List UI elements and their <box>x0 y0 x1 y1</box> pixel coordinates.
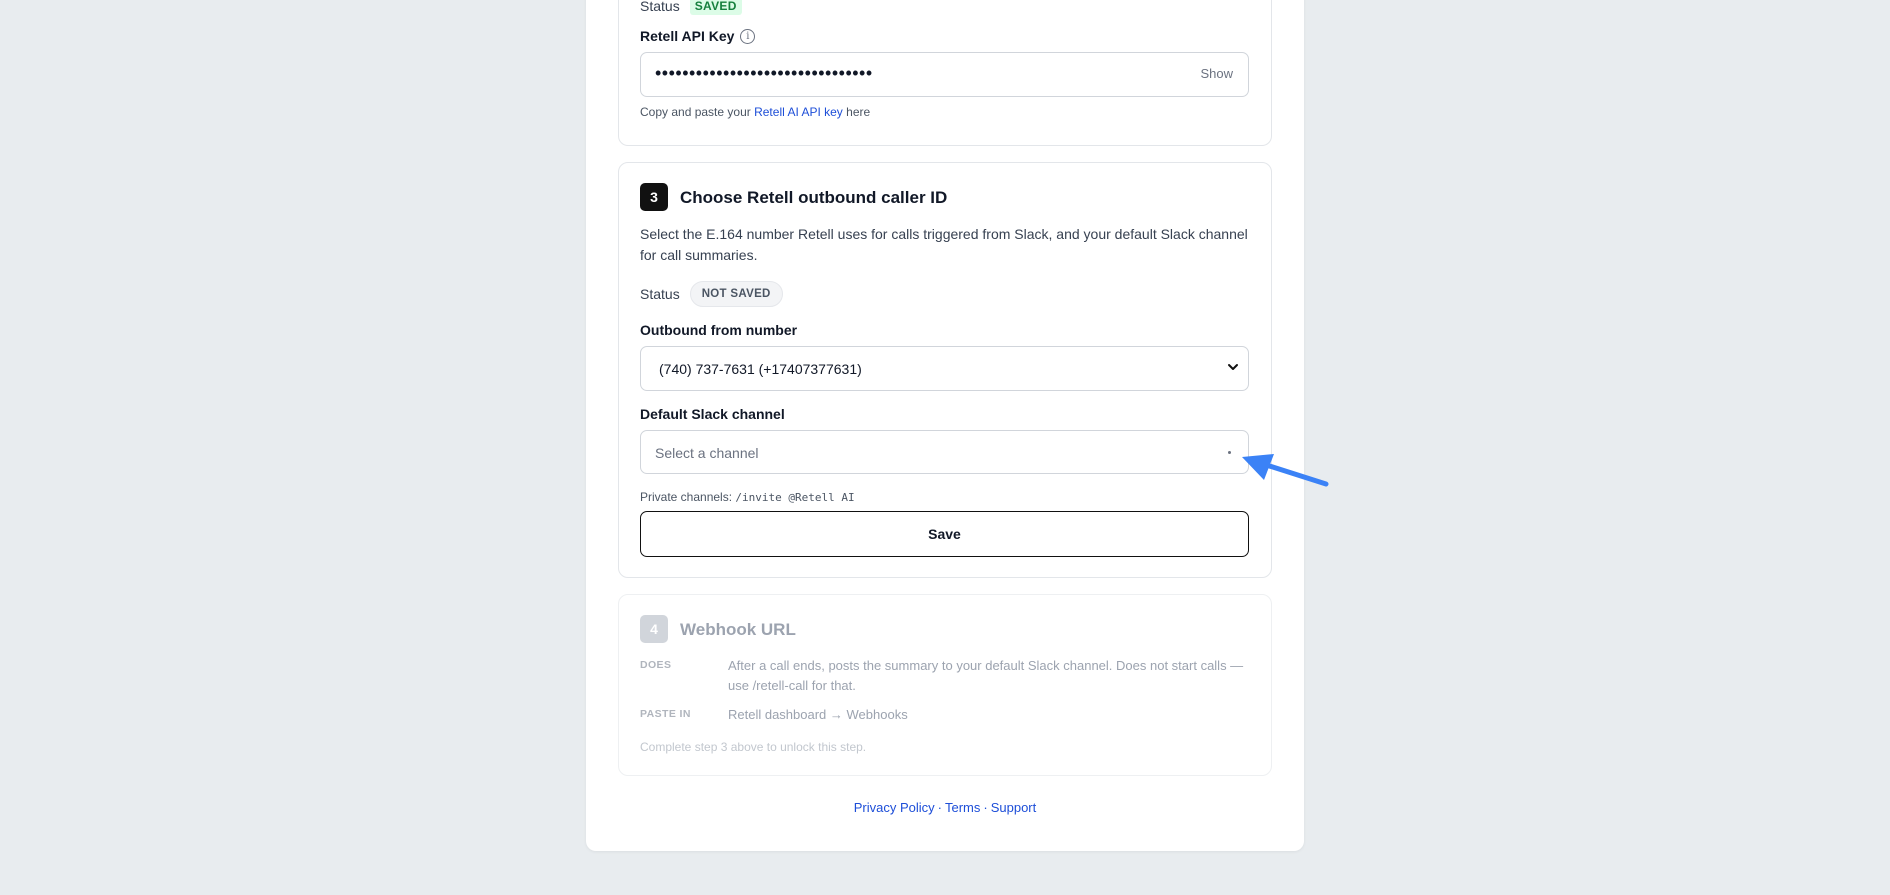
info-icon[interactable]: i <box>740 29 756 45</box>
outbound-label: Outbound from number <box>640 322 798 338</box>
api-key-input[interactable]: •••••••••••••••••••••••••••••••• Show <box>640 52 1249 97</box>
channel-label: Default Slack channel <box>640 406 785 422</box>
help-suffix: here <box>846 105 871 119</box>
status-badge-saved: SAVED <box>689 0 742 15</box>
channel-placeholder: Select a channel <box>655 445 759 461</box>
step4-title: Webhook URL <box>680 620 796 639</box>
step3-status-row: Status NOT SAVED <box>640 281 783 307</box>
paste-in-key: PASTE IN <box>640 708 691 720</box>
step3-title: Choose Retell outbound caller ID <box>680 188 948 207</box>
save-button[interactable]: Save <box>640 511 1249 557</box>
status-label: Status <box>640 286 680 302</box>
status-badge-not-saved: NOT SAVED <box>689 281 783 307</box>
invite-command: /invite @Retell AI <box>735 491 855 504</box>
step3-number: 3 <box>640 183 668 211</box>
step4-number: 4 <box>640 615 668 643</box>
footer-separator: · <box>983 800 988 815</box>
outbound-number-value: (740) 737-7631 (+17407377631) <box>659 361 862 377</box>
step2-status-row: Status SAVED <box>640 0 742 15</box>
dropdown-indicator-icon <box>1228 451 1231 454</box>
slack-channel-select[interactable]: Select a channel <box>640 430 1249 474</box>
help-prefix: Copy and paste your <box>640 105 751 119</box>
footer-separator: · <box>937 800 942 815</box>
footer-links: Privacy Policy · Terms · Support <box>586 800 1304 815</box>
private-prefix: Private channels: <box>640 490 733 504</box>
support-link[interactable]: Support <box>991 800 1037 815</box>
api-key-help: Copy and paste your Retell AI API key he… <box>640 105 870 119</box>
paste-in-value: Retell dashboard → Webhooks <box>728 707 908 722</box>
api-key-value: •••••••••••••••••••••••••••••••• <box>655 63 873 83</box>
annotation-arrow-icon <box>1242 454 1329 487</box>
api-key-label-row: Retell API Key i <box>640 28 756 46</box>
step3-description: Select the E.164 number Retell uses for … <box>640 226 1248 263</box>
does-key: DOES <box>640 659 672 671</box>
retell-api-key-link[interactable]: Retell AI API key <box>754 105 843 119</box>
terms-link[interactable]: Terms <box>945 800 980 815</box>
show-key-button[interactable]: Show <box>1200 66 1233 81</box>
api-key-label: Retell API Key <box>640 28 735 44</box>
does-value: After a call ends, posts the summary to … <box>728 658 1244 693</box>
privacy-policy-link[interactable]: Privacy Policy <box>854 800 935 815</box>
chevron-down-icon <box>1228 364 1238 370</box>
outbound-number-select[interactable]: (740) 737-7631 (+17407377631) <box>640 346 1249 391</box>
status-label: Status <box>640 0 680 14</box>
private-channels-note: Private channels: /invite @Retell AI <box>640 490 855 504</box>
locked-note: Complete step 3 above to unlock this ste… <box>640 740 867 754</box>
